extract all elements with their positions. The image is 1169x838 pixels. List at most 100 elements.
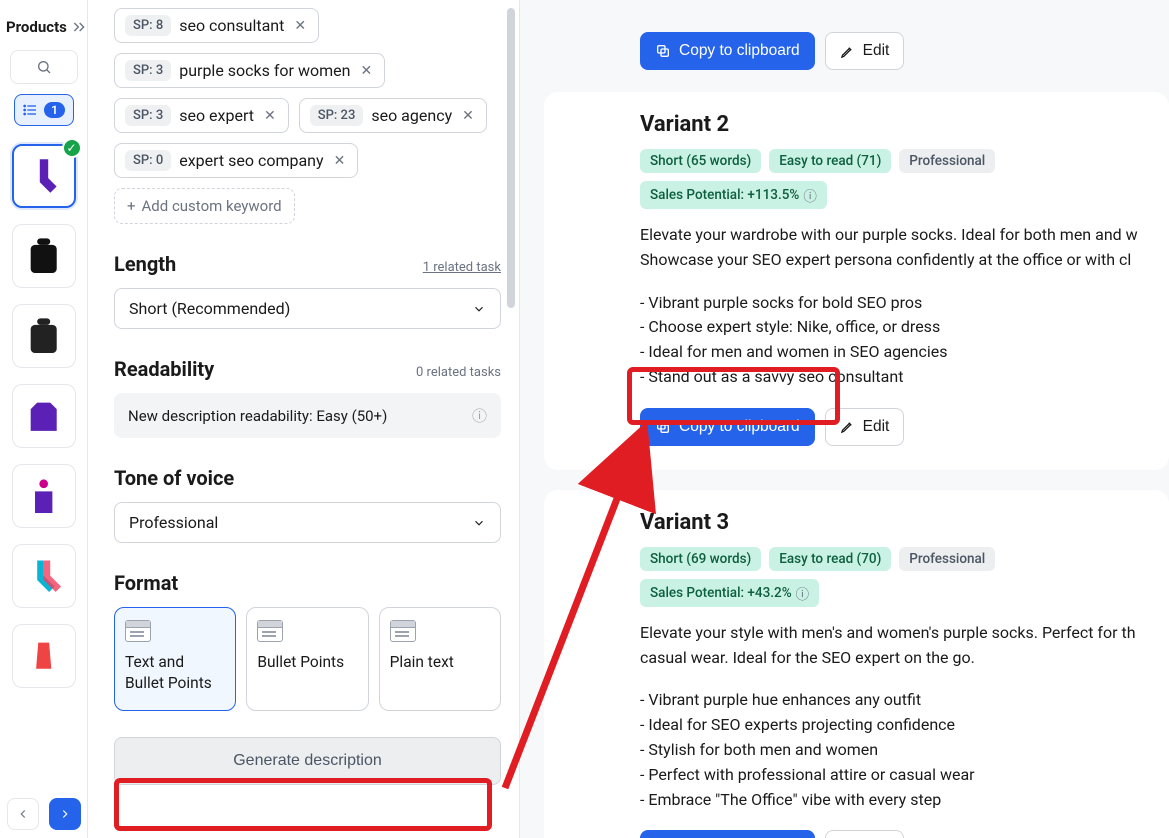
product-thumbnails: ✓	[0, 140, 87, 688]
remove-keyword-icon[interactable]: ✕	[460, 108, 476, 124]
search-button[interactable]	[10, 50, 78, 84]
format-label: Bullet Points	[257, 652, 357, 673]
pencil-icon	[840, 419, 855, 434]
generate-description-button[interactable]: Generate description	[114, 737, 501, 785]
variant-1-actions: Copy to clipboard Edit	[544, 0, 1169, 92]
product-thumb-socks[interactable]: ✓	[12, 144, 76, 208]
format-options: Text and Bullet Points Bullet Points Pla…	[114, 607, 501, 711]
remove-keyword-icon[interactable]: ✕	[358, 63, 374, 79]
variant-3-badges: Short (69 words) Easy to read (70) Profe…	[640, 547, 1169, 607]
keyword-chip[interactable]: SP: 3 purple socks for women ✕	[114, 53, 385, 88]
keyword-chip[interactable]: SP: 3 seo expert ✕	[114, 98, 289, 133]
readability-related-tasks: 0 related tasks	[416, 365, 501, 380]
check-icon: ✓	[62, 138, 82, 158]
copy-button[interactable]: Copy to clipboard	[640, 408, 815, 446]
pager-next-button[interactable]	[49, 798, 81, 830]
variant-2-actions: Copy to clipboard Edit	[640, 408, 1169, 446]
variant-2-badges: Short (65 words) Easy to read (71) Profe…	[640, 149, 1169, 209]
settings-panel: SP: 8 seo consultant ✕ SP: 3 purple sock…	[88, 0, 520, 838]
product-thumb-colorful-socks[interactable]	[12, 544, 76, 608]
variant-3-bullet: - Embrace "The Office" vibe with every s…	[640, 788, 1169, 813]
info-icon[interactable]: ⓘ	[796, 583, 810, 603]
badge-length: Short (65 words)	[640, 149, 761, 173]
edit-label: Edit	[863, 418, 890, 436]
readability-heading: Readability	[114, 357, 214, 381]
thumbnail-pager	[0, 798, 87, 830]
length-heading: Length	[114, 252, 176, 276]
variant-2-line: Showcase your SEO expert persona confide…	[640, 248, 1169, 273]
sidebar-title: Products	[6, 18, 67, 36]
keyword-sp-badge: SP: 3	[125, 60, 171, 81]
edit-button[interactable]: Edit	[825, 830, 905, 838]
tone-value: Professional	[129, 513, 218, 532]
variant-3-bullet: - Vibrant purple hue enhances any outfit	[640, 688, 1169, 713]
list-filter-count: 1	[44, 102, 65, 118]
keyword-text: seo expert	[179, 106, 254, 125]
variant-3-bullet: - Perfect with professional attire or ca…	[640, 763, 1169, 788]
chevron-down-icon	[472, 302, 486, 316]
format-heading: Format	[114, 571, 178, 595]
copy-button[interactable]: Copy to clipboard	[640, 830, 815, 838]
add-keyword-label: Add custom keyword	[142, 197, 282, 215]
format-label: Plain text	[390, 652, 490, 673]
tone-heading: Tone of voice	[114, 466, 234, 490]
tone-section: Tone of voice Professional	[114, 466, 501, 543]
collapse-sidebar-icon[interactable]	[71, 19, 87, 35]
list-icon	[22, 102, 38, 118]
keyword-chip[interactable]: SP: 8 seo consultant ✕	[114, 8, 319, 43]
info-icon[interactable]: ⓘ	[803, 185, 817, 205]
chevron-left-icon	[16, 807, 30, 821]
remove-keyword-icon[interactable]: ✕	[262, 108, 278, 124]
copy-label: Copy to clipboard	[679, 418, 800, 436]
format-label: Text and Bullet Points	[125, 652, 225, 694]
scrollbar-thumb[interactable]	[507, 8, 515, 308]
product-thumb-backpack-1[interactable]	[12, 224, 76, 288]
variant-3-bullet: - Ideal for SEO experts projecting confi…	[640, 713, 1169, 738]
pager-prev-button[interactable]	[7, 798, 39, 830]
keyword-text: expert seo company	[179, 151, 323, 170]
tone-select[interactable]: Professional	[114, 502, 501, 543]
badge-sales-potential: Sales Potential: +43.2% ⓘ	[640, 579, 819, 607]
length-section: Length 1 related task Short (Recommended…	[114, 252, 501, 329]
copy-label: Copy to clipboard	[679, 42, 800, 60]
keyword-text: seo consultant	[179, 16, 284, 35]
keyword-chip[interactable]: SP: 23 seo agency ✕	[299, 98, 487, 133]
length-related-task-link[interactable]: 1 related task	[423, 260, 501, 275]
length-select[interactable]: Short (Recommended)	[114, 288, 501, 329]
badge-sp-text: Sales Potential: +113.5%	[650, 187, 799, 203]
list-filter-button[interactable]: 1	[14, 94, 74, 126]
format-text-bullets[interactable]: Text and Bullet Points	[114, 607, 236, 711]
keyword-sp-badge: SP: 3	[125, 105, 171, 126]
keywords-container: SP: 8 seo consultant ✕ SP: 3 purple sock…	[114, 8, 501, 224]
product-thumb-red-item[interactable]	[12, 624, 76, 688]
product-thumb-model-purple[interactable]	[12, 464, 76, 528]
format-bullets[interactable]: Bullet Points	[246, 607, 368, 711]
format-plain[interactable]: Plain text	[379, 607, 501, 711]
keyword-chip[interactable]: SP: 0 expert seo company ✕	[114, 143, 358, 178]
products-sidebar: Products 1 ✓	[0, 0, 88, 838]
product-thumb-backpack-2[interactable]	[12, 304, 76, 368]
copy-icon	[655, 419, 671, 435]
copy-button[interactable]: Copy to clipboard	[640, 32, 815, 70]
remove-keyword-icon[interactable]: ✕	[332, 153, 348, 169]
edit-button[interactable]: Edit	[825, 408, 905, 446]
info-icon[interactable]: ⓘ	[472, 405, 487, 426]
edit-button[interactable]: Edit	[825, 32, 905, 70]
readability-info: New description readability: Easy (50+) …	[114, 393, 501, 438]
generate-button-wrap: Generate description	[114, 711, 501, 785]
keyword-sp-badge: SP: 0	[125, 150, 171, 171]
badge-length: Short (69 words)	[640, 547, 761, 571]
remove-keyword-icon[interactable]: ✕	[292, 18, 308, 34]
variant-3-line: Elevate your style with men's and women'…	[640, 621, 1169, 646]
keyword-sp-badge: SP: 23	[310, 105, 364, 126]
format-section: Format Text and Bullet Points Bullet Poi…	[114, 571, 501, 711]
variant-2-bullet: - Ideal for men and women in SEO agencie…	[640, 340, 1169, 365]
product-thumb-hoodie[interactable]	[12, 384, 76, 448]
badge-readability: Easy to read (70)	[769, 547, 891, 571]
variant-3-actions: Copy to clipboard Edit	[640, 830, 1169, 838]
add-keyword-button[interactable]: + Add custom keyword	[114, 188, 295, 224]
plus-icon: +	[127, 197, 136, 215]
variant-3-bullet: - Stylish for both men and women	[640, 738, 1169, 763]
format-icon	[257, 620, 283, 642]
variant-2-line: Elevate your wardrobe with our purple so…	[640, 223, 1169, 248]
